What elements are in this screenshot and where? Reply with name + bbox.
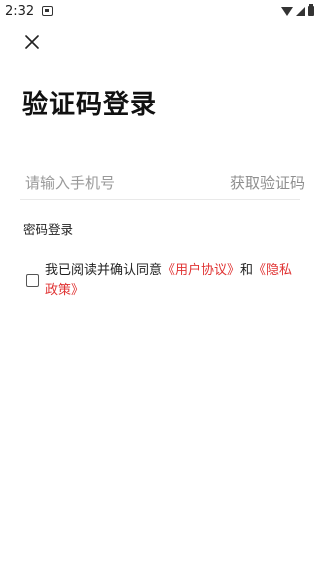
close-button[interactable] xyxy=(20,30,44,54)
password-login-link[interactable]: 密码登录 xyxy=(23,219,73,238)
user-agreement-link[interactable]: 《用户协议》 xyxy=(162,263,240,278)
battery-icon xyxy=(308,4,314,16)
status-right xyxy=(281,4,314,16)
phone-row: 获取验证码 xyxy=(20,166,305,200)
agreement-row: 我已阅读并确认同意《用户协议》和《隐私政策》 xyxy=(26,261,302,301)
notification-icon xyxy=(42,6,54,16)
close-icon xyxy=(25,35,39,49)
agreement-and: 和 xyxy=(240,263,254,278)
phone-input[interactable] xyxy=(20,167,219,198)
login-screen: 2:32 验证码登录 获取验证码 密码登录 我已阅读并确认同意《用户协议》和《隐… xyxy=(0,0,320,568)
agreement-checkbox[interactable] xyxy=(26,274,39,287)
wifi-icon xyxy=(281,6,293,16)
agreement-prefix: 我已阅读并确认同意 xyxy=(45,263,163,278)
get-code-button[interactable]: 获取验证码 xyxy=(230,172,305,193)
page-title: 验证码登录 xyxy=(22,90,158,120)
status-bar: 2:32 xyxy=(0,0,320,22)
signal-icon xyxy=(296,6,305,16)
status-time: 2:32 xyxy=(5,3,35,19)
agreement-text: 我已阅读并确认同意《用户协议》和《隐私政策》 xyxy=(45,261,302,301)
status-left: 2:32 xyxy=(5,3,54,19)
